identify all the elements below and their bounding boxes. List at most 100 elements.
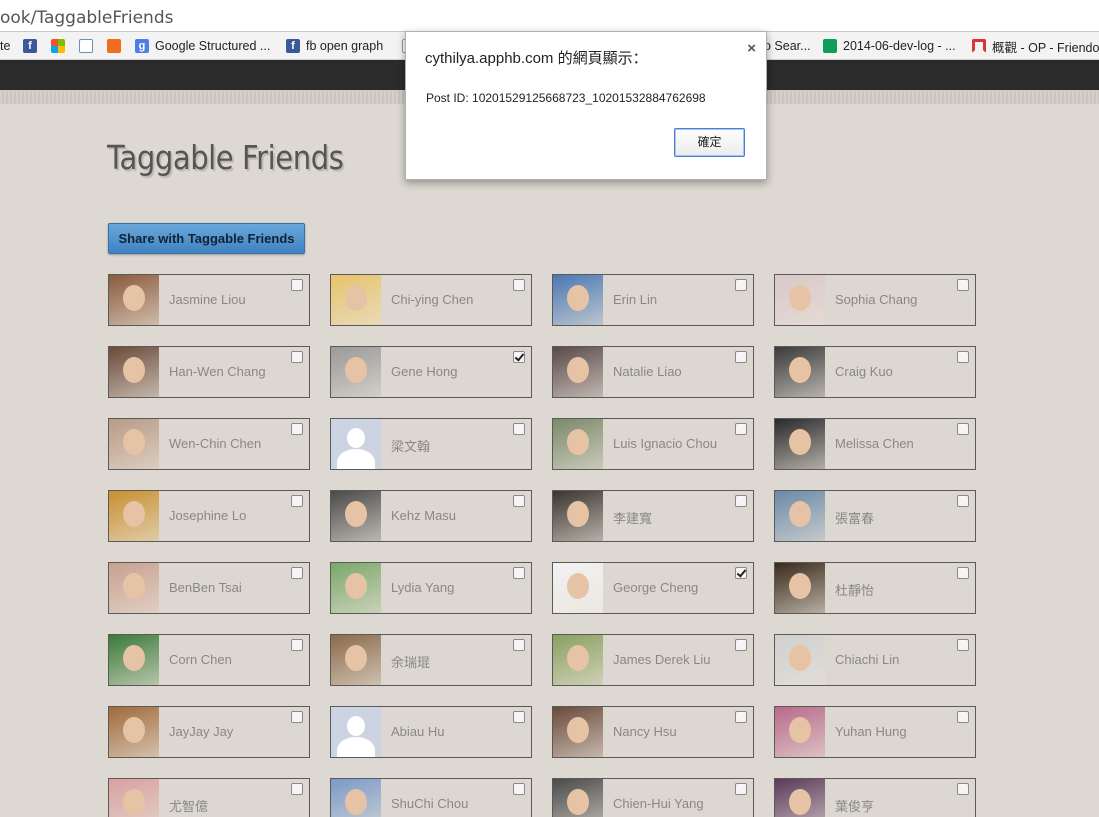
friend-card[interactable]: Wen-Chin Chen [108,418,310,470]
friend-photo [775,563,825,613]
friend-card[interactable]: George Cheng [552,562,754,614]
friend-checkbox[interactable] [957,639,969,651]
friend-checkbox[interactable] [513,279,525,291]
friend-card[interactable]: Jasmine Liou [108,274,310,326]
friend-card[interactable]: BenBen Tsai [108,562,310,614]
friend-checkbox[interactable] [735,495,747,507]
bookmark-microsoft[interactable] [51,37,71,55]
friend-name: Han-Wen Chang [169,364,266,379]
friend-card[interactable]: Melissa Chen [774,418,976,470]
friend-checkbox[interactable] [513,711,525,723]
friend-photo [109,635,159,685]
friend-name: James Derek Liu [613,652,711,667]
friend-checkbox[interactable] [957,279,969,291]
friend-card[interactable]: Luis Ignacio Chou [552,418,754,470]
friend-card[interactable]: Chien-Hui Yang [552,778,754,817]
friend-card[interactable]: Corn Chen [108,634,310,686]
friend-checkbox[interactable] [957,495,969,507]
friend-checkbox[interactable] [513,567,525,579]
friend-card[interactable]: 尤智億 [108,778,310,817]
friend-card[interactable]: 梁文翰 [330,418,532,470]
friend-checkbox[interactable] [291,351,303,363]
friend-card[interactable]: Josephine Lo [108,490,310,542]
friend-card[interactable]: Han-Wen Chang [108,346,310,398]
friend-checkbox[interactable] [291,783,303,795]
friend-photo [553,707,603,757]
friend-photo [331,635,381,685]
bookmark-fb-open-graph[interactable]: f fb open graph [286,37,383,55]
friend-checkbox[interactable] [735,567,747,579]
friend-card[interactable]: 葉俊亨 [774,778,976,817]
friend-checkbox[interactable] [957,567,969,579]
friend-card[interactable]: Sophia Chang [774,274,976,326]
friend-card[interactable]: 李建寬 [552,490,754,542]
share-button[interactable]: Share with Taggable Friends [108,223,305,254]
face [345,789,367,815]
friend-card[interactable]: JayJay Jay [108,706,310,758]
close-icon[interactable]: × [747,40,756,57]
friend-card[interactable]: Craig Kuo [774,346,976,398]
friend-checkbox[interactable] [735,279,747,291]
friend-photo [553,635,603,685]
friend-checkbox[interactable] [957,711,969,723]
friend-card[interactable]: Nancy Hsu [552,706,754,758]
address-bar[interactable]: ook/TaggableFriends [0,0,1099,32]
friend-checkbox[interactable] [957,783,969,795]
face [567,573,589,599]
inbox-icon [79,39,93,53]
friend-checkbox[interactable] [735,639,747,651]
friend-card[interactable]: Erin Lin [552,274,754,326]
bookmark-inbox[interactable] [79,37,99,55]
friend-checkbox[interactable] [957,423,969,435]
friend-card[interactable]: Yuhan Hung [774,706,976,758]
friend-card[interactable]: 杜靜怡 [774,562,976,614]
face [567,645,589,671]
friend-card[interactable]: Chi-ying Chen [330,274,532,326]
friend-checkbox[interactable] [291,711,303,723]
friend-checkbox[interactable] [957,351,969,363]
friend-checkbox[interactable] [291,495,303,507]
friend-photo [331,347,381,397]
friend-checkbox[interactable] [513,351,525,363]
face [123,789,145,815]
friend-checkbox[interactable] [291,423,303,435]
friend-card[interactable]: Natalie Liao [552,346,754,398]
microsoft-icon [51,39,65,53]
bookmark-search[interactable]: o Sear... [764,37,811,55]
friend-name: Sophia Chang [835,292,918,307]
friend-photo [553,419,603,469]
friend-checkbox[interactable] [291,567,303,579]
friend-checkbox[interactable] [735,783,747,795]
friend-photo [553,563,603,613]
bookmark-google-structured[interactable]: g Google Structured ... [135,37,270,55]
friend-card[interactable]: ShuChi Chou [330,778,532,817]
friend-checkbox[interactable] [291,279,303,291]
friend-card[interactable]: Kehz Masu [330,490,532,542]
friend-card[interactable]: 余瑞琨 [330,634,532,686]
friend-name: 李建寬 [613,511,653,526]
friend-checkbox[interactable] [513,423,525,435]
friend-card[interactable]: Abiau Hu [330,706,532,758]
friend-checkbox[interactable] [513,783,525,795]
bookmark-facebook[interactable]: f [23,37,43,55]
friend-checkbox[interactable] [291,639,303,651]
friend-checkbox[interactable] [513,495,525,507]
friend-checkbox[interactable] [735,351,747,363]
friend-card[interactable]: Chiachi Lin [774,634,976,686]
bookmark-item[interactable]: te [0,37,10,55]
friend-card[interactable]: Gene Hong [330,346,532,398]
friend-card[interactable]: Lydia Yang [330,562,532,614]
friend-checkbox[interactable] [735,423,747,435]
friend-checkbox[interactable] [513,639,525,651]
bookmark-friendo[interactable]: 概觀 - OP - Friendo [972,37,1099,55]
ok-button[interactable]: 確定 [674,128,745,157]
friend-name: 葉俊亨 [835,799,875,814]
bookmark-chart[interactable] [107,37,127,55]
friend-name: Melissa Chen [835,436,914,451]
url-text[interactable]: ook/TaggableFriends [0,8,173,28]
friend-card[interactable]: 張富春 [774,490,976,542]
face [123,717,145,743]
bookmark-dev-log[interactable]: 2014-06-dev-log - ... [823,37,956,55]
friend-checkbox[interactable] [735,711,747,723]
friend-card[interactable]: James Derek Liu [552,634,754,686]
